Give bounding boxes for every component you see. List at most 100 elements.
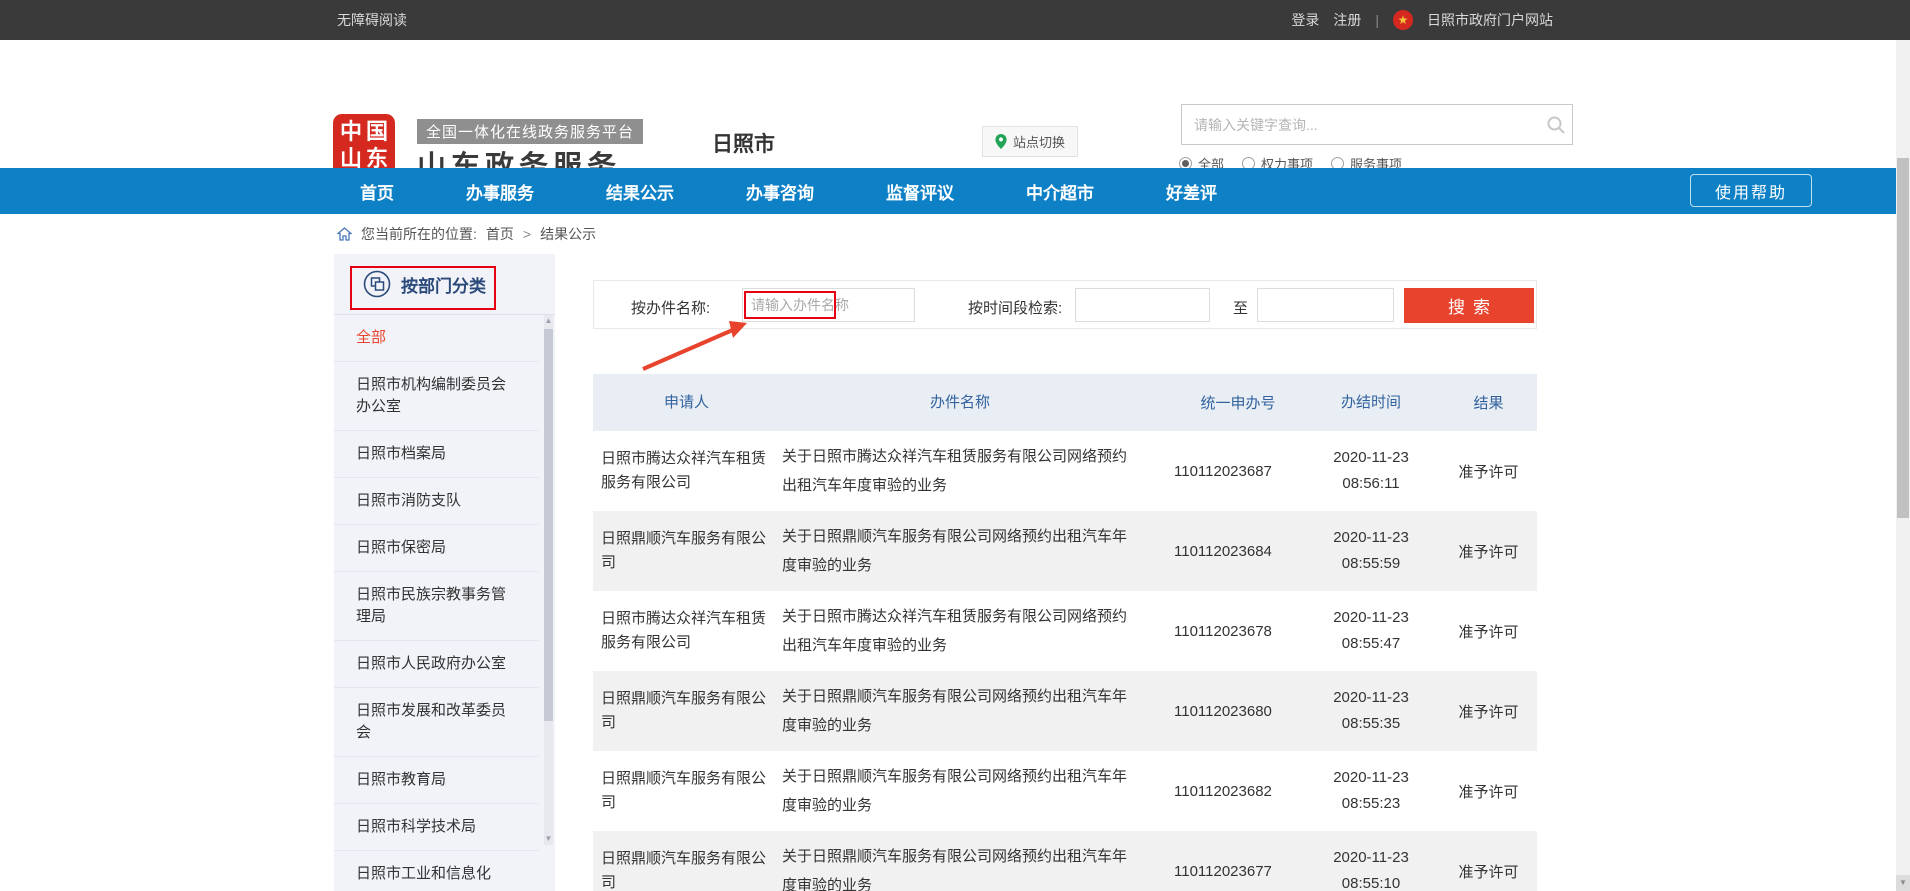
sidebar-scrollbar-thumb[interactable] [544, 329, 553, 721]
sidebar-item-1[interactable]: 全部 [334, 315, 539, 362]
finish-clock: 08:55:47 [1302, 631, 1440, 657]
cell-number: 110112023684 [1160, 543, 1302, 560]
keyword-search-box [1181, 104, 1573, 145]
table-row: 日照鼎顺汽车服务有限公司关于日照鼎顺汽车服务有限公司网络预约出租汽车年度审验的业… [593, 511, 1537, 591]
nav-item-4[interactable]: 办事咨询 [746, 179, 814, 204]
cell-title: 关于日照市腾达众祥汽车租赁服务有限公司网络预约出租汽车年度审验的业务 [782, 602, 1160, 660]
name-filter-label: 按办件名称: [631, 297, 710, 318]
cell-title: 关于日照鼎顺汽车服务有限公司网络预约出租汽车年度审验的业务 [782, 682, 1160, 740]
nav-item-6[interactable]: 中介超市 [1026, 179, 1094, 204]
nav-item-2[interactable]: 办事服务 [466, 179, 534, 204]
search-magnifier-button[interactable] [1540, 105, 1572, 144]
time-filter-label: 按时间段检索: [968, 297, 1062, 318]
finish-date: 2020-11-23 [1302, 685, 1440, 711]
table-row: 日照市腾达众祥汽车租赁服务有限公司关于日照市腾达众祥汽车租赁服务有限公司网络预约… [593, 431, 1537, 511]
department-list: 全部日照市机构编制委员会办公室日照市档案局日照市消防支队日照市保密局日照市民族宗… [334, 315, 555, 891]
results-table: 申请人办件名称统一申办号办结时间结果 日照市腾达众祥汽车租赁服务有限公司关于日照… [593, 374, 1537, 891]
keyword-search-input[interactable] [1182, 105, 1540, 144]
topbar-divider: | [1375, 12, 1379, 28]
cell-finish-time: 2020-11-2308:55:10 [1302, 845, 1440, 891]
sidebar-item-11[interactable]: 日照市工业和信息化 [334, 851, 539, 891]
magnifier-icon [1546, 115, 1566, 135]
cell-finish-time: 2020-11-2308:55:59 [1302, 525, 1440, 577]
sidebar-scrollbar: ▲ ▼ [544, 315, 553, 845]
cell-finish-time: 2020-11-2308:55:23 [1302, 765, 1440, 817]
department-category-icon [363, 270, 391, 298]
sidebar-item-2[interactable]: 日照市机构编制委员会办公室 [334, 362, 539, 431]
help-button[interactable]: 使用帮助 [1690, 174, 1812, 207]
page-scrollbar-thumb[interactable] [1897, 158, 1909, 518]
finish-clock: 08:55:59 [1302, 551, 1440, 577]
table-row: 日照鼎顺汽车服务有限公司关于日照鼎顺汽车服务有限公司网络预约出租汽车年度审验的业… [593, 751, 1537, 831]
register-link[interactable]: 注册 [1333, 10, 1361, 30]
nav-item-1[interactable]: 首页 [360, 179, 394, 204]
cell-number: 110112023687 [1160, 463, 1302, 480]
finish-date: 2020-11-23 [1302, 845, 1440, 871]
cell-applicant: 日照鼎顺汽车服务有限公司 [593, 527, 782, 575]
column-header-2: 办件名称 [782, 388, 1160, 417]
cell-result: 准予许可 [1440, 701, 1537, 722]
site-header: 中国山东 全国一体化在线政务服务平台 山东政务服务 日照市 站点切换 全部权力事… [0, 40, 1910, 168]
nav-item-3[interactable]: 结果公示 [606, 179, 674, 204]
shandong-seal-logo: 中国山东 [333, 114, 395, 176]
cell-result: 准予许可 [1440, 461, 1537, 482]
accessibility-link[interactable]: 无障碍阅读 [337, 0, 407, 40]
sidebar-header: 按部门分类 [334, 254, 555, 315]
table-header-row: 申请人办件名称统一申办号办结时间结果 [593, 374, 1537, 431]
finish-clock: 08:55:35 [1302, 711, 1440, 737]
cell-title: 关于日照鼎顺汽车服务有限公司网络预约出租汽车年度审验的业务 [782, 762, 1160, 820]
sidebar-item-4[interactable]: 日照市消防支队 [334, 478, 539, 525]
page-scroll-down-icon[interactable]: ▼ [1896, 875, 1910, 891]
main-nav: 首页 办事服务 结果公示 办事咨询 监督评议 中介超市 好差评 使用帮助 [0, 168, 1896, 214]
sidebar-scroll-down-icon[interactable]: ▼ [544, 833, 553, 845]
topbar-right: 登录 注册 | ★ 日照市政府门户网站 [1291, 0, 1553, 40]
breadcrumb-current: 结果公示 [540, 224, 596, 244]
table-body: 日照市腾达众祥汽车租赁服务有限公司关于日照市腾达众祥汽车租赁服务有限公司网络预约… [593, 431, 1537, 891]
nav-item-5[interactable]: 监督评议 [886, 179, 954, 204]
breadcrumb-prefix: 您当前所在的位置: [361, 224, 477, 244]
sidebar-scroll-up-icon[interactable]: ▲ [544, 315, 553, 327]
table-row: 日照市腾达众祥汽车租赁服务有限公司关于日照市腾达众祥汽车租赁服务有限公司网络预约… [593, 591, 1537, 671]
sidebar-item-5[interactable]: 日照市保密局 [334, 525, 539, 572]
sidebar-item-9[interactable]: 日照市教育局 [334, 757, 539, 804]
location-pin-icon [995, 134, 1007, 149]
cell-number: 110112023677 [1160, 863, 1302, 880]
case-name-input[interactable] [742, 288, 915, 322]
filter-bar: 按办件名称: 按时间段检索: 至 搜索 [593, 280, 1537, 329]
cell-number: 110112023682 [1160, 783, 1302, 800]
cell-title: 关于日照鼎顺汽车服务有限公司网络预约出租汽车年度审验的业务 [782, 522, 1160, 580]
cell-finish-time: 2020-11-2308:55:35 [1302, 685, 1440, 737]
city-name: 日照市 [712, 128, 775, 158]
site-switch-label: 站点切换 [1013, 132, 1065, 151]
search-button[interactable]: 搜索 [1404, 288, 1534, 323]
sidebar-item-7[interactable]: 日照市人民政府办公室 [334, 641, 539, 688]
column-header-1: 申请人 [593, 391, 782, 415]
cell-finish-time: 2020-11-2308:56:11 [1302, 445, 1440, 497]
date-to-input[interactable] [1257, 288, 1394, 322]
finish-date: 2020-11-23 [1302, 605, 1440, 631]
sidebar-title: 按部门分类 [401, 272, 486, 297]
main-content: 按办件名称: 按时间段检索: 至 搜索 申请人办件名称统一申办号办结时间结果 日… [593, 280, 1537, 891]
finish-clock: 08:55:10 [1302, 871, 1440, 891]
site-switch-button[interactable]: 站点切换 [982, 126, 1078, 157]
breadcrumb-home-link[interactable]: 首页 [486, 224, 514, 244]
nav-items: 首页 办事服务 结果公示 办事咨询 监督评议 中介超市 好差评 [360, 168, 1217, 214]
cell-result: 准予许可 [1440, 861, 1537, 882]
sidebar-item-8[interactable]: 日照市发展和改革委员会 [334, 688, 539, 757]
top-bar: 无障碍阅读 登录 注册 | ★ 日照市政府门户网站 [0, 0, 1910, 40]
finish-clock: 08:56:11 [1302, 471, 1440, 497]
login-link[interactable]: 登录 [1291, 10, 1319, 30]
sidebar-item-3[interactable]: 日照市档案局 [334, 431, 539, 478]
date-from-input[interactable] [1075, 288, 1210, 322]
cell-result: 准予许可 [1440, 781, 1537, 802]
department-sidebar: 按部门分类 全部日照市机构编制委员会办公室日照市档案局日照市消防支队日照市保密局… [334, 254, 555, 891]
portal-link[interactable]: 日照市政府门户网站 [1427, 10, 1553, 30]
to-label: 至 [1233, 297, 1248, 318]
sidebar-item-6[interactable]: 日照市民族宗教事务管理局 [334, 572, 539, 641]
table-row: 日照鼎顺汽车服务有限公司关于日照鼎顺汽车服务有限公司网络预约出租汽车年度审验的业… [593, 831, 1537, 891]
cell-result: 准予许可 [1440, 541, 1537, 562]
nav-item-7[interactable]: 好差评 [1166, 179, 1217, 204]
cell-title: 关于日照市腾达众祥汽车租赁服务有限公司网络预约出租汽车年度审验的业务 [782, 442, 1160, 500]
column-header-5: 结果 [1440, 392, 1537, 413]
sidebar-item-10[interactable]: 日照市科学技术局 [334, 804, 539, 851]
